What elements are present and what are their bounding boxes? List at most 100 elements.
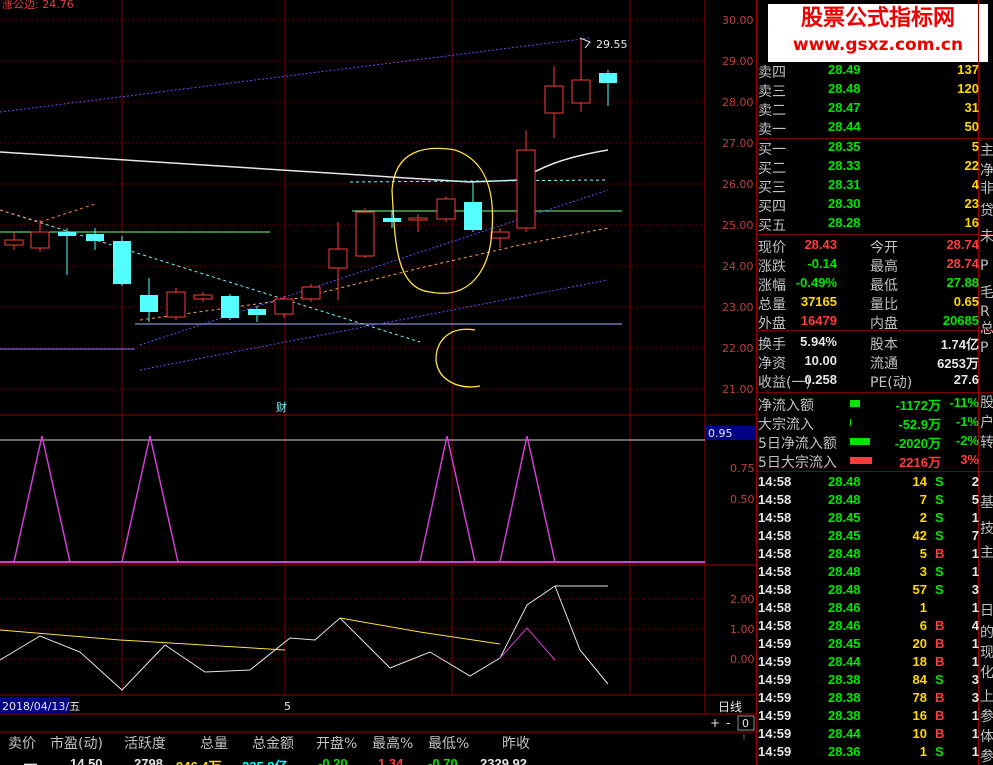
price-tick-label: 22.00 <box>722 342 754 355</box>
svg-text:0.95: 0.95 <box>708 427 733 440</box>
stat-row: 净资 10.00 流通 6253万 <box>758 353 979 372</box>
candle <box>58 232 76 236</box>
candlesticks <box>4 38 617 322</box>
edge-char: P <box>980 258 989 274</box>
candle <box>30 231 50 249</box>
tick-row: 14:59 28.44 10 B 1 <box>758 726 979 741</box>
candle <box>408 217 428 221</box>
bottom-value: -0.70 <box>428 756 458 765</box>
edge-char: 转 <box>980 435 993 451</box>
edge-char: 日 <box>980 603 993 619</box>
order-book-row: 买二 28.33 22 <box>758 158 979 177</box>
tick-row: 14:58 28.46 6 B 4 <box>758 618 979 633</box>
edge-char: 股 <box>980 395 993 411</box>
edge-char: 主 <box>980 545 993 561</box>
candle <box>248 309 266 315</box>
svg-text:1.00: 1.00 <box>730 623 755 636</box>
bottom-value: 2798 <box>134 756 163 765</box>
tick-row: 14:58 28.46 1 1 <box>758 600 979 615</box>
edge-char: 毛 <box>980 285 993 301</box>
edge-char: 上 <box>980 689 993 705</box>
bottom-header: 总金额 <box>252 736 294 752</box>
svg-text:0.00: 0.00 <box>730 653 755 666</box>
ma-white-line <box>0 151 471 183</box>
price-tick-label: 25.00 <box>722 219 754 232</box>
bottom-header: 最低% <box>428 736 470 752</box>
stat-row: 涨跌 -0.14 最高 28.74 <box>758 256 979 275</box>
tick-row: 14:59 28.45 20 B 1 <box>758 636 979 651</box>
stat-row: 收益(一) 0.258 PE(动) 27.6 <box>758 372 979 391</box>
price-axis: 30.00 29.00 28.00 27.00 26.00 25.00 24.00 23.00… <box>722 14 754 396</box>
candle <box>113 241 131 284</box>
flow-bar <box>850 457 872 464</box>
edge-char: 技 <box>980 521 993 537</box>
candle <box>301 286 321 300</box>
candle <box>4 239 24 246</box>
period-label[interactable]: 日线 <box>718 700 742 714</box>
edge-char: 贷 <box>980 203 993 219</box>
tick-row: 14:58 28.45 42 S 7 <box>758 528 979 543</box>
tick-row: 14:58 28.48 7 S 5 <box>758 492 979 507</box>
watermark: 股票公式指标网 www.gsxz.com.cn <box>768 4 988 62</box>
bottom-header: 最高% <box>372 736 414 752</box>
order-book-row: 买四 28.30 23 <box>758 196 979 215</box>
edge-char: 总 <box>980 321 993 337</box>
top-indicator-label: 涨公边: 24.76 <box>2 0 74 11</box>
candle <box>383 218 401 222</box>
fund-flow-row: 大宗流入 -52.9万 -1% <box>758 414 979 433</box>
bottom-value: — <box>24 756 37 765</box>
tick-row: 14:59 28.38 16 B 1 <box>758 708 979 723</box>
zoom-out-button[interactable]: - <box>726 716 730 730</box>
bottom-header: 市盈(动) <box>50 736 103 752</box>
order-book-row: 卖二 28.47 31 <box>758 100 979 119</box>
fund-flow-row: 5日净流入额 -2020万 -2% <box>758 433 979 452</box>
edge-char: 净 <box>980 163 993 179</box>
price-tick-label: 21.00 <box>722 383 754 396</box>
edge-char: 主 <box>980 143 993 159</box>
candle <box>571 79 591 104</box>
edge-char: 未 <box>980 229 993 245</box>
price-tick-label: 28.00 <box>722 96 754 109</box>
order-book-row: 买一 28.35 5 <box>758 139 979 158</box>
bottom-header: 活跃度 <box>124 736 166 752</box>
order-book-row: 卖四 28.49 137 <box>758 62 979 81</box>
edge-char: 非 <box>980 181 993 197</box>
tick-row: 14:58 28.48 5 B 1 <box>758 546 979 561</box>
stat-row: 现价 28.43 今开 28.74 <box>758 237 979 256</box>
edge-char: 参 <box>980 749 993 765</box>
bottom-value: 2329.92 <box>480 756 527 765</box>
cursor-label: 5 <box>284 700 291 713</box>
tick-row: 14:58 28.45 2 S 1 <box>758 510 979 525</box>
edge-char: 参 <box>980 709 993 725</box>
candle <box>464 202 482 230</box>
stat-row: 换手 5.94% 股本 1.74亿 <box>758 334 979 353</box>
tick-row: 14:58 28.48 57 S 3 <box>758 582 979 597</box>
lower-channel-line <box>139 279 609 371</box>
candle <box>516 149 536 229</box>
edge-char: P <box>980 340 989 356</box>
tick-row: 14:59 28.44 18 B 1 <box>758 654 979 669</box>
edge-char: 基 <box>980 495 993 511</box>
price-tick-label: 24.00 <box>722 260 754 273</box>
chart-area[interactable]: 30.00 29.00 28.00 27.00 26.00 25.00 24.00 23.00… <box>0 0 756 740</box>
bottom-header: 开盘% <box>316 736 358 752</box>
zoom-in-button[interactable]: + <box>710 716 720 730</box>
flow-bar <box>850 438 870 445</box>
price-tick-label: 26.00 <box>722 178 754 191</box>
high-marker: 29.55 <box>596 38 628 51</box>
svg-text:0.50: 0.50 <box>730 493 755 506</box>
bottom-value: 235.8亿 <box>242 756 288 765</box>
tick-row: 14:58 28.48 14 S 2 <box>758 474 979 489</box>
stat-row: 外盘 16479 内盘 20685 <box>758 313 979 332</box>
tick-row: 14:59 28.38 84 S 3 <box>758 672 979 687</box>
price-tick-label: 29.00 <box>722 55 754 68</box>
candle <box>328 248 348 269</box>
order-book-row: 卖一 28.44 50 <box>758 119 979 138</box>
stat-row: 涨幅 -0.49% 最低 27.88 <box>758 275 979 294</box>
order-book-row: 买三 28.31 4 <box>758 177 979 196</box>
date-label: 2018/04/13/五 <box>2 700 80 713</box>
zoom-value: 0 <box>742 717 749 730</box>
bottom-header: 昨收 <box>502 736 530 752</box>
bottom-value: 14.50 <box>70 756 103 765</box>
flow-bar <box>850 400 860 407</box>
